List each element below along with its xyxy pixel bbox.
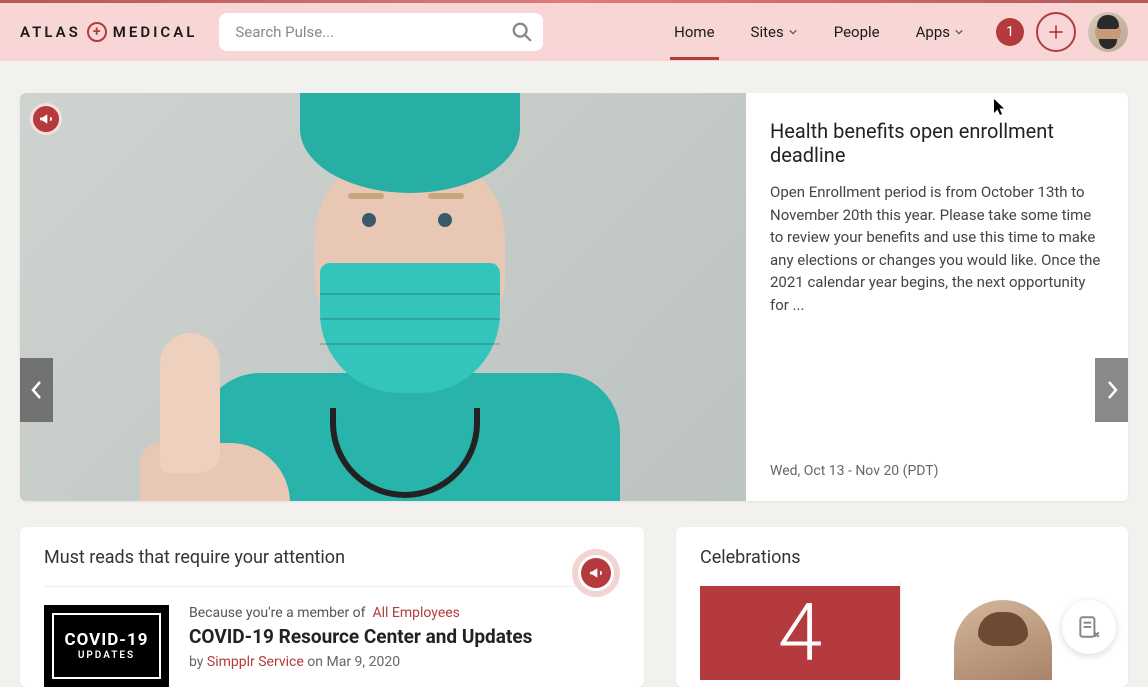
must-read-body: Because you're a member of All Employees…	[189, 605, 532, 687]
brand-logo[interactable]: ATLAS + MEDICAL	[20, 22, 197, 42]
announcement-badge	[30, 103, 62, 135]
plus-icon	[1046, 22, 1066, 42]
main-content: Health benefits open enrollment deadline…	[0, 61, 1148, 687]
audience-link[interactable]: All Employees	[372, 605, 459, 621]
notepad-icon	[1076, 614, 1102, 640]
nav-sites-label: Sites	[751, 23, 784, 41]
celebration-tile-number[interactable]: 4	[700, 586, 900, 680]
nav-sites[interactable]: Sites	[747, 5, 802, 59]
nav-apps-label: Apps	[916, 23, 950, 41]
chevron-right-icon	[1104, 378, 1120, 402]
must-read-item: COVID-19 UPDATES Because you're a member…	[44, 605, 620, 687]
notifications-badge[interactable]: 1	[996, 18, 1024, 46]
carousel-prev-button[interactable]	[20, 358, 53, 422]
brand-text-right: MEDICAL	[113, 23, 198, 41]
thumb-line2: UPDATES	[78, 650, 135, 662]
brand-text-left: ATLAS	[20, 23, 81, 41]
megaphone-icon	[588, 565, 604, 581]
app-header: ATLAS + MEDICAL Home Sites People Apps 1	[0, 3, 1148, 61]
carousel-next-button[interactable]	[1095, 358, 1128, 422]
must-reads-title: Must reads that require your attention	[44, 547, 620, 568]
hero-description: Open Enrollment period is from October 1…	[770, 181, 1104, 316]
nav-people[interactable]: People	[830, 5, 884, 59]
divider	[44, 586, 620, 587]
chevron-down-icon	[788, 27, 798, 37]
hero-carousel: Health benefits open enrollment deadline…	[20, 93, 1128, 501]
hero-date: Wed, Oct 13 - Nov 20 (PDT)	[770, 463, 1104, 479]
celebrations-row: 4	[700, 586, 1104, 680]
audience-line: Because you're a member of All Employees	[189, 605, 532, 621]
search-icon	[511, 21, 533, 43]
nav-apps[interactable]: Apps	[912, 5, 968, 59]
avatar-icon	[1095, 19, 1121, 45]
search-button[interactable]	[507, 17, 537, 47]
help-fab-button[interactable]	[1062, 600, 1116, 654]
hero-content: Health benefits open enrollment deadline…	[746, 93, 1128, 501]
hero-image[interactable]	[20, 93, 746, 501]
celebration-number: 4	[778, 586, 822, 680]
header-actions: 1	[996, 12, 1128, 52]
search-container	[219, 13, 543, 51]
must-read-item-title[interactable]: COVID-19 Resource Center and Updates	[189, 625, 532, 648]
search-input[interactable]	[219, 13, 543, 51]
audience-prefix: Because you're a member of	[189, 605, 366, 621]
celebrations-title: Celebrations	[700, 547, 1104, 568]
thumb-line1: COVID-19	[65, 630, 149, 650]
announcement-ring[interactable]	[572, 549, 620, 597]
person-avatar	[954, 600, 1052, 680]
celebrations-card: Celebrations 4	[676, 527, 1128, 687]
must-read-thumbnail[interactable]: COVID-19 UPDATES	[44, 605, 169, 687]
hero-title[interactable]: Health benefits open enrollment deadline	[770, 119, 1104, 167]
megaphone-icon	[38, 111, 54, 127]
profile-avatar[interactable]	[1088, 12, 1128, 52]
primary-nav: Home Sites People Apps	[670, 5, 968, 59]
create-button[interactable]	[1036, 12, 1076, 52]
nav-home[interactable]: Home	[670, 5, 718, 59]
must-reads-card: Must reads that require your attention C…	[20, 527, 644, 687]
chevron-down-icon	[954, 27, 964, 37]
bottom-row: Must reads that require your attention C…	[20, 527, 1128, 687]
plus-icon: +	[87, 22, 107, 42]
chevron-left-icon	[29, 378, 45, 402]
